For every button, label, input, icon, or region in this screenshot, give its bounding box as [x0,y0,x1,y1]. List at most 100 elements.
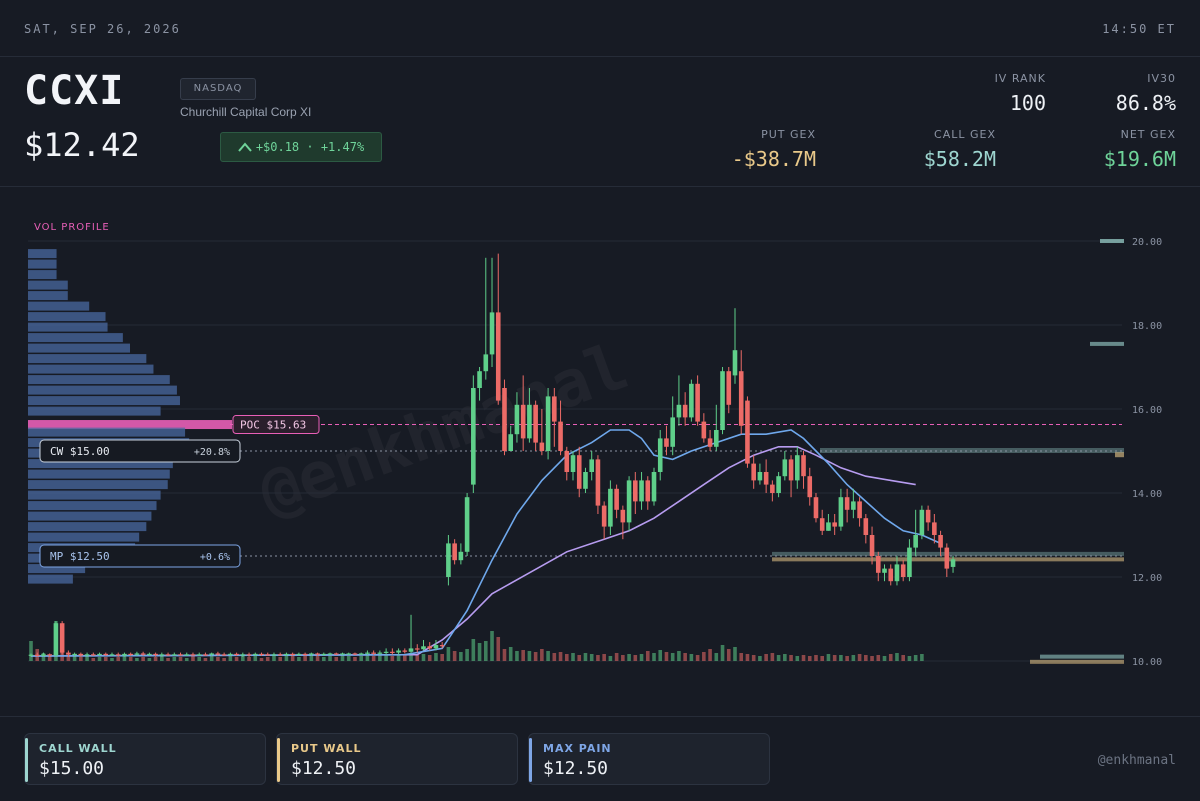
candle-body [203,654,208,656]
candle-body [938,535,943,548]
volume-bar [664,652,669,661]
volume-bar [726,649,731,661]
volume-bar [596,655,600,661]
candle-body [832,522,837,527]
candle-body [234,653,239,656]
volume-bar [502,649,507,661]
candle-body [333,653,339,655]
volume-profile-bar [28,259,57,269]
candle-body [371,652,376,654]
volume-bar [708,649,712,661]
volume-bar [141,657,145,661]
volume-bar [203,658,208,661]
candle-body [178,654,183,656]
volume-bar [178,657,183,661]
volume-profile-bar [28,532,140,542]
volume-bar [621,655,625,661]
candle-body [826,522,831,531]
candle-body [844,497,850,510]
candle-body [78,653,84,656]
volume-bar [390,656,395,661]
candle-body [720,371,725,430]
volume-bar [452,651,457,661]
candle-body [122,653,127,656]
candle-body [365,652,370,654]
volume-bar [770,653,775,661]
volume-profile-bar [28,511,152,521]
candle-body [919,509,925,535]
y-tick-label: 12.00 [1132,573,1162,584]
put-gex-value: -$38.7M [731,147,816,171]
candle-body [738,371,744,426]
candle-body [601,505,607,527]
candle-body [271,654,277,656]
volume-bar [589,654,594,661]
candle-body [900,564,906,577]
volume-bar [265,657,270,661]
date-label: SAT, SEP 26, 2026 [24,22,181,36]
candle-body [340,653,345,655]
volume-bar [826,654,831,661]
candle-body [240,654,246,656]
candle-body [869,535,875,556]
volume-bar [234,657,239,661]
y-tick-label: 16.00 [1132,405,1162,416]
volume-bar [783,654,787,661]
volume-bar [147,658,152,661]
candle-body [595,459,601,506]
author-handle: @enkhmanal [1097,753,1176,768]
candle-body [757,472,763,481]
y-tick-label: 10.00 [1132,657,1162,668]
candle-body [439,645,445,647]
volume-bar [384,655,388,661]
candle-body [159,654,165,656]
volume-bar [645,651,650,661]
candle-body [657,438,663,472]
candle-body [564,451,570,472]
candle-body [147,653,152,656]
volume-bar [733,647,737,661]
candle-body [483,354,489,372]
volume-profile-bar [28,396,180,406]
candle-body [620,509,626,523]
candle-body [302,653,308,656]
candle-body [645,480,651,502]
volume-bar [103,657,108,661]
put-wall-value: $12.50 [291,758,357,779]
candle-body [626,480,632,523]
candle-body [259,653,264,656]
volume-bar [359,656,363,661]
volume-bar [247,657,251,661]
candle-body [863,518,869,535]
volume-bar [477,643,482,661]
volume-bar [870,656,874,661]
candle-body [464,497,470,552]
volume-bar [677,651,681,661]
call-wall-label-text: CW $15.00 [50,445,110,458]
iv-rank-metric: IV RANK 100 [995,72,1046,115]
candle-body [714,430,719,447]
volume-bar [920,654,924,661]
volume-bar [888,654,893,661]
candle-body [539,442,545,451]
volume-bar [116,657,121,661]
candle-body [520,404,526,439]
volume-bar [340,655,345,661]
candle-body [296,653,302,656]
candle-body [495,312,501,401]
candle-body [695,383,700,422]
volume-bar [845,656,849,661]
call-wall-bar [1090,341,1124,346]
volume-bar [471,639,476,661]
volume-profile-bar [28,364,154,374]
volume-bar [801,655,806,661]
candle-body [508,434,514,451]
y-tick-label: 14.00 [1132,489,1162,500]
volume-bar [639,654,644,661]
volume-bar [459,652,463,661]
volume-bar [907,656,912,661]
volume-bar [758,656,762,661]
candle-body [950,559,956,567]
max-pain-pct-text: +0.6% [200,552,230,563]
volume-profile-bar [28,343,130,353]
